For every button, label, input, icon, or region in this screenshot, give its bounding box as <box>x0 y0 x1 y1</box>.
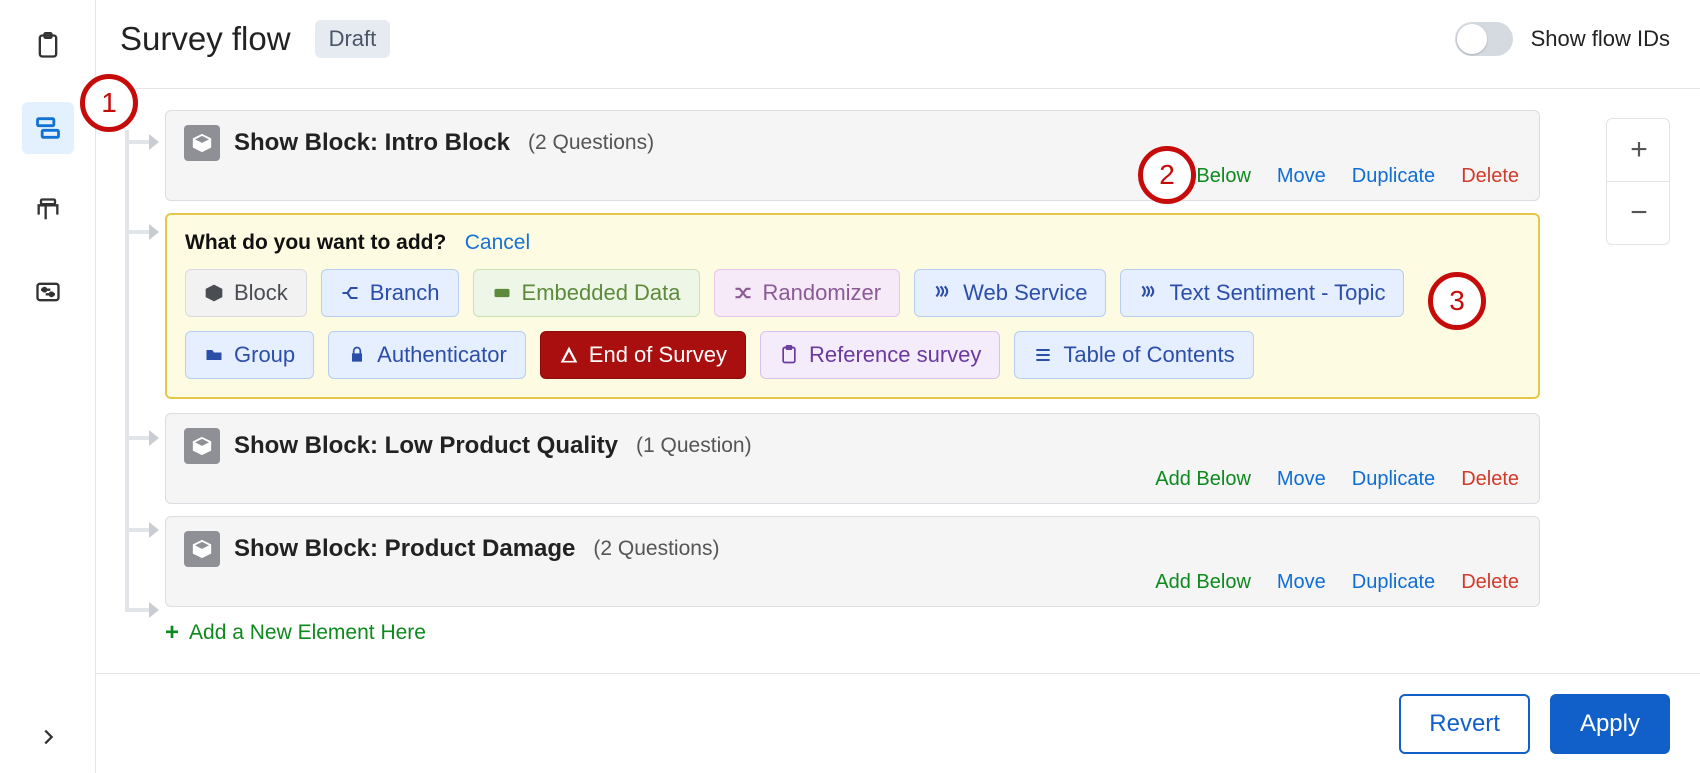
nav-expand-chevron-icon[interactable] <box>0 726 96 748</box>
add-new-element-link[interactable]: + Add a New Element Here <box>165 619 1540 647</box>
add-below-link[interactable]: Add Below <box>1155 468 1251 491</box>
option-group-label: Group <box>234 342 295 368</box>
option-block-label: Block <box>234 280 288 306</box>
flow-connector <box>125 230 153 234</box>
flow-spine <box>125 130 129 610</box>
flow-block-intro[interactable]: Show Block: Intro Block (2 Questions) Ad… <box>165 110 1540 201</box>
option-randomizer[interactable]: Randomizer <box>714 269 901 317</box>
option-authenticator-label: Authenticator <box>377 342 507 368</box>
option-branch[interactable]: Branch <box>321 269 459 317</box>
show-flow-ids-toggle[interactable] <box>1455 22 1513 56</box>
revert-button[interactable]: Revert <box>1399 694 1530 754</box>
delete-link[interactable]: Delete <box>1461 468 1519 491</box>
option-table-of-contents[interactable]: Table of Contents <box>1014 331 1253 379</box>
flow-connector <box>125 140 153 144</box>
add-prompt: What do you want to add? <box>185 231 446 254</box>
header-divider <box>96 88 1700 89</box>
callout-3: 3 <box>1428 272 1486 330</box>
block-question-count: (1 Question) <box>636 434 752 458</box>
callout-1: 1 <box>80 74 138 132</box>
delete-link[interactable]: Delete <box>1461 165 1519 188</box>
add-below-link[interactable]: Add Below <box>1155 571 1251 594</box>
block-cube-icon <box>184 531 220 567</box>
flow-connector <box>125 608 153 612</box>
block-question-count: (2 Questions) <box>593 537 719 561</box>
show-flow-ids-label: Show flow IDs <box>1531 26 1670 52</box>
nav-flow-icon[interactable] <box>22 102 74 154</box>
flow-canvas: Show Block: Intro Block (2 Questions) Ad… <box>120 110 1540 658</box>
option-web-service[interactable]: Web Service <box>914 269 1106 317</box>
block-title: Show Block: Low Product Quality <box>234 432 618 460</box>
nav-look-feel-icon[interactable] <box>22 184 74 236</box>
add-new-element-label: Add a New Element Here <box>189 621 426 645</box>
option-end-of-survey[interactable]: End of Survey <box>540 331 746 379</box>
option-reference-survey[interactable]: Reference survey <box>760 331 1000 379</box>
block-title: Show Block: Product Damage <box>234 535 575 563</box>
option-reference-survey-label: Reference survey <box>809 342 981 368</box>
duplicate-link[interactable]: Duplicate <box>1352 165 1435 188</box>
add-element-panel: What do you want to add? Cancel Block Br… <box>165 213 1540 399</box>
duplicate-link[interactable]: Duplicate <box>1352 468 1435 491</box>
option-end-of-survey-label: End of Survey <box>589 342 727 368</box>
flow-block-low-quality[interactable]: Show Block: Low Product Quality (1 Quest… <box>165 413 1540 504</box>
option-group[interactable]: Group <box>185 331 314 379</box>
option-randomizer-label: Randomizer <box>763 280 882 306</box>
block-cube-icon <box>184 125 220 161</box>
duplicate-link[interactable]: Duplicate <box>1352 571 1435 594</box>
plus-icon: + <box>165 619 179 647</box>
nav-survey-icon[interactable] <box>22 20 74 72</box>
block-question-count: (2 Questions) <box>528 131 654 155</box>
footer-bar: Revert Apply <box>96 673 1700 773</box>
delete-link[interactable]: Delete <box>1461 571 1519 594</box>
callout-2: 2 <box>1138 146 1196 204</box>
zoom-out-button[interactable]: − <box>1607 182 1671 244</box>
page-title: Survey flow <box>120 20 291 58</box>
move-link[interactable]: Move <box>1277 468 1326 491</box>
zoom-in-button[interactable]: + <box>1607 119 1671 181</box>
option-toc-label: Table of Contents <box>1063 342 1234 368</box>
cancel-link[interactable]: Cancel <box>465 231 530 254</box>
header-bar: Survey flow Draft Show flow IDs <box>120 20 1670 58</box>
option-branch-label: Branch <box>370 280 440 306</box>
status-badge: Draft <box>315 20 391 58</box>
move-link[interactable]: Move <box>1277 165 1326 188</box>
option-authenticator[interactable]: Authenticator <box>328 331 526 379</box>
flow-connector <box>125 528 153 532</box>
option-text-sentiment-label: Text Sentiment - Topic <box>1169 280 1385 306</box>
apply-button[interactable]: Apply <box>1550 694 1670 754</box>
block-cube-icon <box>184 428 220 464</box>
option-web-service-label: Web Service <box>963 280 1087 306</box>
nav-options-icon[interactable] <box>22 266 74 318</box>
move-link[interactable]: Move <box>1277 571 1326 594</box>
left-nav-rail <box>0 0 96 773</box>
option-block[interactable]: Block <box>185 269 307 317</box>
flow-block-product-damage[interactable]: Show Block: Product Damage (2 Questions)… <box>165 516 1540 607</box>
zoom-controls: + − <box>1606 118 1670 245</box>
option-embedded-data-label: Embedded Data <box>522 280 681 306</box>
option-embedded-data[interactable]: Embedded Data <box>473 269 700 317</box>
option-text-sentiment[interactable]: Text Sentiment - Topic <box>1120 269 1404 317</box>
block-title: Show Block: Intro Block <box>234 129 510 157</box>
flow-connector <box>125 436 153 440</box>
